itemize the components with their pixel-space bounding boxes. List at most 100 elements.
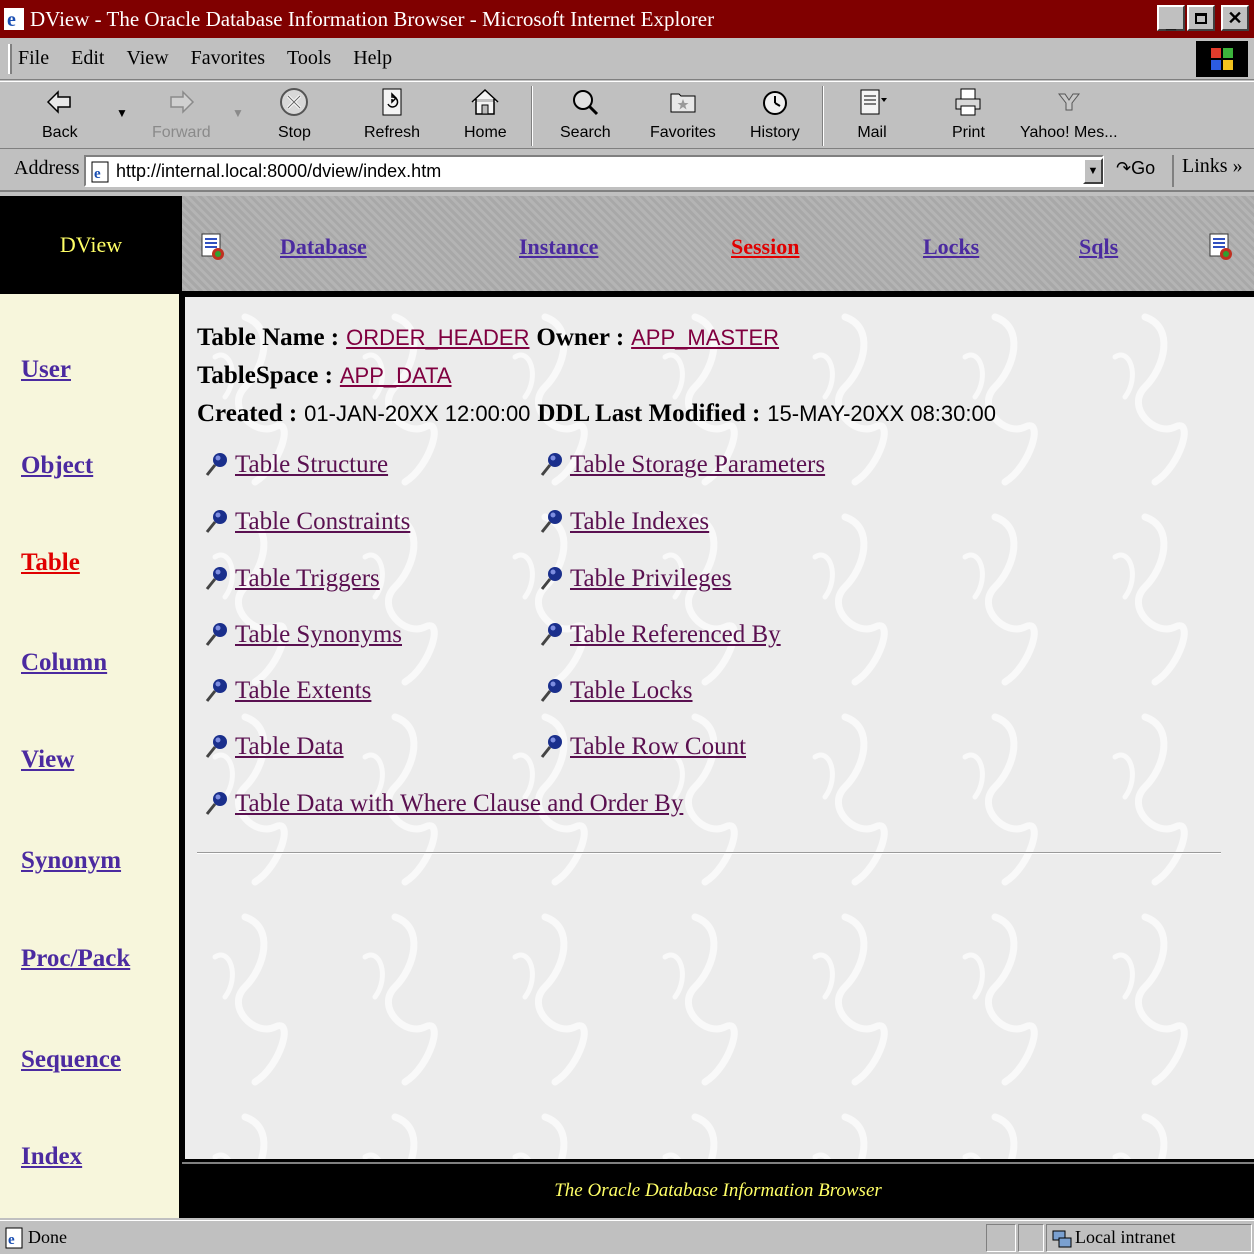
menu-help[interactable]: Help [353, 47, 392, 70]
svg-text:e: e [7, 9, 16, 31]
go-button[interactable]: ↷Go [1116, 158, 1155, 179]
print-icon [955, 88, 981, 116]
link-label: Table Data with Where Clause and Order B… [235, 790, 684, 817]
link-label: Table Referenced By [570, 621, 781, 648]
address-input[interactable]: e http://internal.local:8000/dview/index… [84, 155, 1104, 187]
sidebar-item-object[interactable]: Object [21, 452, 93, 480]
nav-locks[interactable]: Locks [923, 234, 979, 260]
nav-instance[interactable]: Instance [519, 234, 598, 260]
links-label: Links [1182, 155, 1228, 177]
forward-dropdown-icon[interactable]: ▼ [232, 106, 244, 120]
mail-icon [860, 89, 887, 115]
back-dropdown-icon[interactable]: ▼ [116, 106, 128, 120]
link-table-referenced-by[interactable]: Table Referenced By [540, 621, 781, 649]
link-table-row-count[interactable]: Table Row Count [540, 733, 746, 761]
menu-view[interactable]: View [126, 47, 168, 70]
table-name-link[interactable]: ORDER_HEADER [346, 325, 529, 350]
pushpin-icon [540, 735, 562, 758]
status-text: Done [28, 1227, 67, 1247]
link-table-data[interactable]: Table Data [205, 733, 344, 761]
pushpin-icon [205, 567, 227, 590]
address-label: Address [14, 157, 80, 179]
minimize-button[interactable]: _ [1157, 5, 1185, 32]
nav-database[interactable]: Database [280, 234, 367, 260]
menu-edit[interactable]: Edit [71, 47, 104, 70]
title-bar: e DView - The Oracle Database Informatio… [0, 0, 1254, 38]
nav-sqls[interactable]: Sqls [1079, 234, 1118, 260]
link-label: Table Indexes [570, 508, 710, 535]
forward-button[interactable]: Forward [152, 86, 211, 146]
ie-logo-icon: e [4, 8, 24, 31]
home-label: Home [464, 124, 507, 141]
menu-file[interactable]: File [18, 47, 49, 70]
menu-favorites[interactable]: Favorites [191, 47, 265, 70]
link-table-structure[interactable]: Table Structure [205, 451, 388, 479]
pushpin-icon [205, 679, 227, 702]
tablespace-line: TableSpace : APP_DATA [197, 361, 452, 390]
maximize-button[interactable] [1187, 5, 1215, 31]
link-table-locks[interactable]: Table Locks [540, 677, 693, 705]
messenger-button[interactable]: Yahoo! Mes... [1020, 86, 1118, 146]
pushpin-icon [540, 510, 562, 533]
intranet-icon [1052, 1230, 1072, 1248]
link-table-constraints[interactable]: Table Constraints [205, 508, 410, 536]
created-label: Created : [197, 400, 298, 427]
mail-button[interactable]: Mail [856, 86, 888, 146]
favorites-button[interactable]: Favorites [650, 86, 716, 146]
mail-label: Mail [857, 124, 887, 141]
pushpin-icon [540, 623, 562, 646]
forward-label: Forward [152, 124, 211, 141]
search-button[interactable]: Search [560, 86, 611, 146]
link-table-extents[interactable]: Table Extents [205, 677, 371, 705]
stop-icon [280, 88, 309, 116]
link-table-synonyms[interactable]: Table Synonyms [205, 621, 402, 649]
print-label: Print [952, 124, 985, 141]
sidebar-item-column[interactable]: Column [21, 649, 107, 677]
sidebar-item-table[interactable]: Table [21, 549, 80, 577]
menu-tools[interactable]: Tools [287, 47, 331, 70]
sidebar-item-index[interactable]: Index [21, 1143, 82, 1171]
link-table-storage-parameters[interactable]: Table Storage Parameters [540, 451, 825, 479]
link-table-indexes[interactable]: Table Indexes [540, 508, 709, 536]
address-dropdown-icon[interactable]: ▼ [1083, 158, 1103, 184]
owner-link[interactable]: APP_MASTER [631, 325, 779, 350]
link-label: Table Data [235, 733, 344, 760]
pushpin-icon [205, 623, 227, 646]
main-content: Table Name : ORDER_HEADER Owner : APP_MA… [185, 297, 1254, 1159]
pushpin-icon [205, 510, 227, 533]
print-button[interactable]: Print [952, 86, 985, 146]
sidebar-item-procpack[interactable]: Proc/Pack [21, 945, 130, 973]
back-button[interactable]: Back [42, 86, 78, 146]
link-table-triggers[interactable]: Table Triggers [205, 565, 380, 593]
sidebar-item-user[interactable]: User [21, 356, 71, 384]
go-label: Go [1131, 158, 1156, 178]
close-icon: ✕ [1227, 7, 1243, 28]
home-icon [471, 88, 499, 115]
link-table-data-where-order[interactable]: Table Data with Where Clause and Order B… [205, 790, 683, 818]
toolbar-separator [531, 86, 533, 146]
link-label: Table Triggers [235, 565, 380, 592]
go-arrow-icon: ↷ [1116, 158, 1132, 178]
sidebar-item-synonym[interactable]: Synonym [21, 847, 121, 875]
table-name-line: Table Name : ORDER_HEADER Owner : APP_MA… [197, 323, 779, 352]
link-label: Table Extents [235, 677, 372, 704]
back-label: Back [42, 124, 78, 141]
nav-session[interactable]: Session [731, 234, 799, 260]
status-pane [986, 1224, 1016, 1252]
sidebar-item-sequence[interactable]: Sequence [21, 1046, 121, 1074]
history-button[interactable]: History [750, 86, 800, 146]
home-button[interactable]: Home [464, 86, 507, 146]
close-button[interactable]: ✕ [1221, 5, 1249, 31]
page-viewport: DView Database Instance Session Locks Sq… [0, 196, 1254, 1218]
stop-button[interactable]: Stop [278, 86, 311, 146]
search-icon [573, 90, 599, 116]
maximize-icon [1195, 12, 1207, 24]
link-label: Table Privileges [570, 565, 732, 592]
links-button[interactable]: Links » [1172, 155, 1243, 187]
zone-pane: Local intranet [1046, 1224, 1252, 1252]
link-table-privileges[interactable]: Table Privileges [540, 565, 731, 593]
refresh-button[interactable]: Refresh [364, 86, 420, 146]
tablespace-link[interactable]: APP_DATA [340, 363, 452, 388]
stop-label: Stop [278, 124, 311, 141]
sidebar-item-view[interactable]: View [21, 746, 74, 774]
